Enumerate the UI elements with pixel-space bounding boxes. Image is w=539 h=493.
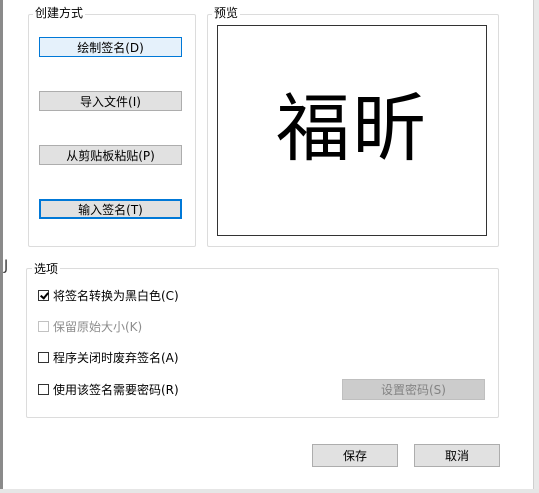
require-password-checkbox[interactable]	[38, 383, 49, 395]
window-right-edge	[534, 0, 539, 493]
convert-bw-checkbox[interactable]	[38, 289, 49, 301]
draw-signature-button[interactable]: 绘制签名(D)	[39, 37, 182, 57]
background-text-fragment: J	[4, 258, 9, 274]
keep-size-label: 保留原始大小(K)	[53, 319, 143, 334]
convert-bw-option[interactable]: 将签名转换为黑白色(C)	[38, 287, 179, 303]
window-left-edge	[0, 0, 3, 493]
options-title: 选项	[32, 262, 61, 276]
require-password-option[interactable]: 使用该签名需要密码(R)	[38, 381, 179, 397]
signature-preview-text: 福昕	[276, 85, 428, 172]
convert-bw-label: 将签名转换为黑白色(C)	[53, 288, 179, 303]
set-password-button: 设置密码(S)	[342, 379, 485, 400]
save-button[interactable]: 保存	[312, 444, 398, 467]
import-file-button[interactable]: 导入文件(I)	[39, 91, 182, 111]
keep-size-checkbox	[38, 320, 49, 332]
keep-size-option: 保留原始大小(K)	[38, 318, 142, 334]
type-signature-button[interactable]: 输入签名(T)	[39, 199, 182, 219]
discard-on-close-option[interactable]: 程序关闭时废弃签名(A)	[38, 349, 179, 365]
discard-on-close-checkbox[interactable]	[38, 351, 49, 363]
create-method-title: 创建方式	[33, 6, 86, 20]
preview-title: 预览	[212, 6, 241, 20]
require-password-label: 使用该签名需要密码(R)	[53, 382, 179, 397]
paste-from-clipboard-button[interactable]: 从剪贴板粘贴(P)	[39, 145, 182, 165]
cancel-button[interactable]: 取消	[414, 444, 500, 467]
discard-on-close-label: 程序关闭时废弃签名(A)	[53, 350, 179, 365]
window-bottom-edge	[0, 489, 539, 493]
signature-preview-box: 福昕	[217, 25, 487, 236]
